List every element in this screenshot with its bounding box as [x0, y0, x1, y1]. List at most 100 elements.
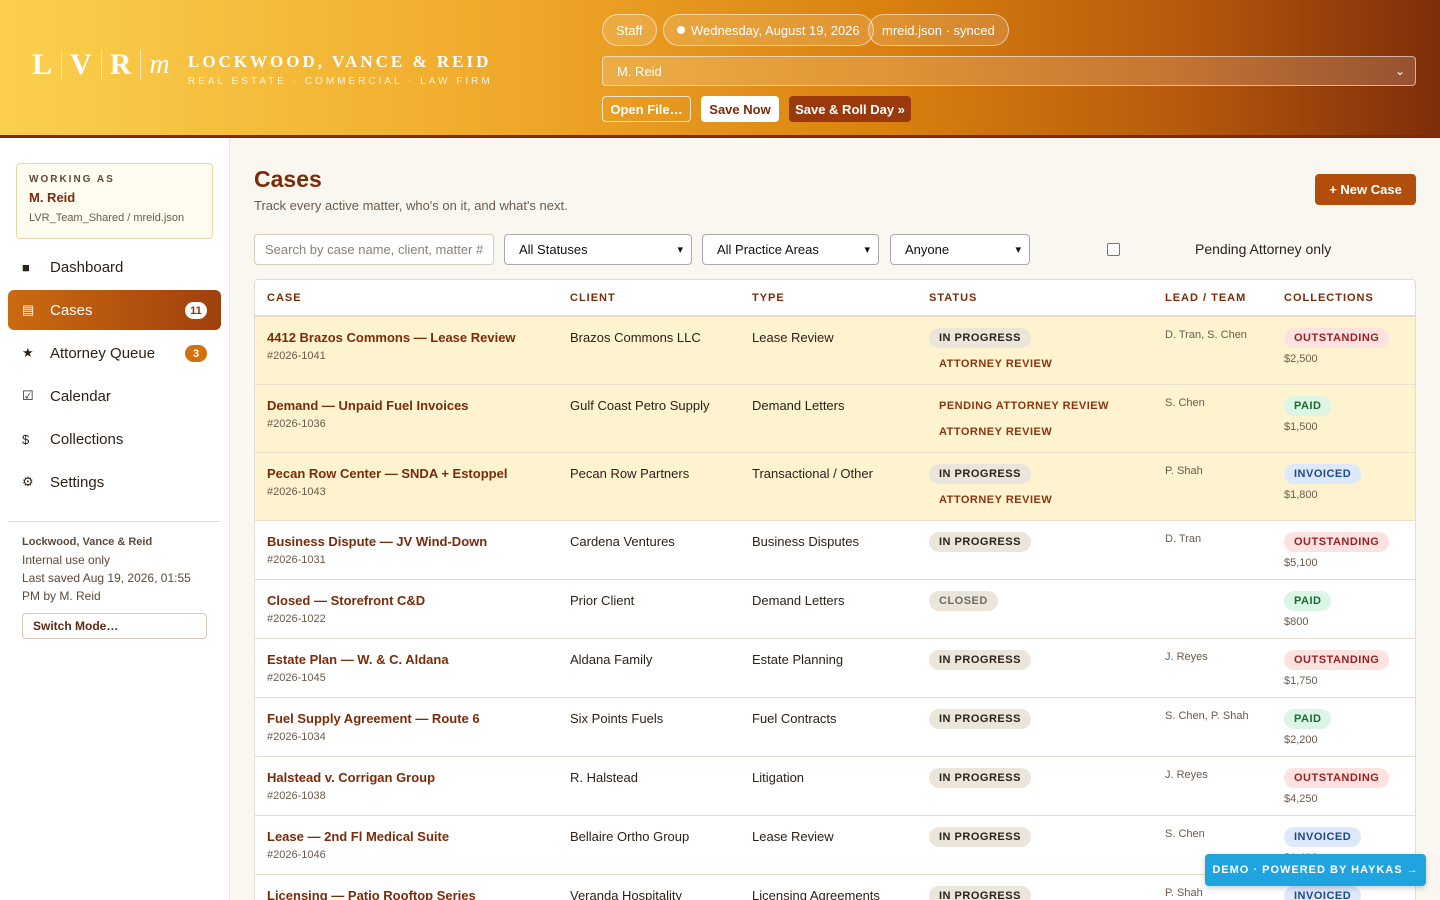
- client-name: Veranda Hospitality: [570, 888, 683, 900]
- client-name: Pecan Row Partners: [570, 466, 690, 481]
- working-user: M. Reid: [29, 190, 76, 205]
- case-number: #2026-1046: [267, 849, 326, 861]
- client-name: Bellaire Ortho Group: [570, 829, 690, 844]
- user-select[interactable]: M. Reid ⌄: [602, 56, 1416, 86]
- table-row[interactable]: Pecan Row Center — SNDA + Estoppel #2026-…: [255, 453, 1415, 521]
- case-name-link[interactable]: Pecan Row Center — SNDA + Estoppel: [267, 466, 507, 481]
- case-type: Litigation: [752, 770, 805, 785]
- case-name-link[interactable]: Licensing — Patio Rooftop Series: [267, 888, 476, 900]
- table-header: CASE CLIENT TYPE STATUS LEAD / TEAM COLL…: [255, 280, 1415, 317]
- status-badge: PENDING ATTORNEY REVIEW: [939, 400, 1110, 412]
- chevron-down-icon: ▾: [677, 244, 683, 256]
- case-name-link[interactable]: Estate Plan — W. & C. Aldana: [267, 652, 449, 667]
- case-name-link[interactable]: Business Dispute — JV Wind-Down: [267, 534, 487, 549]
- sync-status-pill: mreid.json · synced: [868, 14, 1009, 46]
- collections-badge: INVOICED: [1284, 464, 1362, 484]
- client-name: Prior Client: [570, 593, 635, 608]
- firm-logo: L V R m: [32, 48, 170, 81]
- nav-cases[interactable]: ▤ Cases 11: [8, 290, 221, 330]
- table-row[interactable]: Estate Plan — W. & C. Aldana #2026-1045 Al…: [255, 639, 1415, 698]
- new-case-button[interactable]: + New Case: [1315, 174, 1416, 205]
- collections-badge: OUTSTANDING: [1284, 650, 1390, 670]
- practice-area-filter-select[interactable]: All Practice Areas ▾: [702, 234, 879, 265]
- table-row[interactable]: Closed — Storefront C&D #2026-1022 Prior C…: [255, 580, 1415, 639]
- queue-count-badge: 3: [185, 345, 207, 362]
- collections-amount: $5,100: [1284, 557, 1318, 569]
- pending-attorney-checkbox[interactable]: [1107, 243, 1120, 256]
- case-name-link[interactable]: Fuel Supply Agreement — Route 6: [267, 711, 480, 726]
- chevron-down-icon: ⌄: [1394, 64, 1405, 78]
- collections-amount: $800: [1284, 616, 1309, 628]
- column-header-status[interactable]: STATUS: [929, 292, 977, 304]
- column-header-collections[interactable]: COLLECTIONS: [1284, 292, 1374, 304]
- table-row[interactable]: Halstead v. Corrigan Group #2026-1038 R. H…: [255, 757, 1415, 816]
- column-header-client[interactable]: CLIENT: [570, 292, 616, 304]
- nav-attorney-queue[interactable]: ★ Attorney Queue 3: [8, 333, 221, 373]
- case-name-link[interactable]: Halstead v. Corrigan Group: [267, 770, 435, 785]
- status-badge: IN PROGRESS: [929, 709, 1031, 729]
- lead-team: P. Shah: [1165, 465, 1203, 477]
- case-number: #2026-1041: [267, 350, 326, 362]
- column-header-case[interactable]: CASE: [267, 292, 302, 304]
- case-name-link[interactable]: Lease — 2nd Fl Medical Suite: [267, 829, 449, 844]
- chevron-down-icon: ▾: [1015, 244, 1021, 256]
- table-row[interactable]: Fuel Supply Agreement — Route 6 #2026-103…: [255, 698, 1415, 757]
- nav-calendar[interactable]: ☑ Calendar: [8, 376, 221, 416]
- status-badge: IN PROGRESS: [929, 328, 1031, 348]
- dollar-icon: $: [22, 431, 30, 447]
- working-file: LVR_Team_Shared / mreid.json: [29, 212, 185, 224]
- demo-banner[interactable]: DEMO · POWERED BY HAYKAS →: [1205, 854, 1426, 886]
- gear-icon: ⚙: [22, 474, 34, 489]
- case-name-link[interactable]: Closed — Storefront C&D: [267, 593, 425, 608]
- case-name-link[interactable]: Demand — Unpaid Fuel Invoices: [267, 398, 469, 413]
- case-number: #2026-1038: [267, 790, 326, 802]
- attorney-review-badge: ATTORNEY REVIEW: [939, 426, 1053, 438]
- client-name: Six Points Fuels: [570, 711, 664, 726]
- case-type: Demand Letters: [752, 398, 845, 413]
- column-header-lead[interactable]: LEAD / TEAM: [1165, 292, 1246, 304]
- switch-mode-button[interactable]: Switch Mode…: [22, 613, 207, 639]
- status-dot-icon: [677, 26, 685, 34]
- client-name: Brazos Commons LLC: [570, 330, 701, 345]
- collections-amount: $2,500: [1284, 353, 1318, 365]
- lead-team: S. Chen, P. Shah: [1165, 710, 1249, 722]
- app-header: L V R m LOCKWOOD, VANCE & REID REAL ESTA…: [0, 0, 1440, 138]
- person-filter-select[interactable]: Anyone ▾: [890, 234, 1030, 265]
- status-filter-select[interactable]: All Statuses ▾: [504, 234, 692, 265]
- table-row[interactable]: 4412 Brazos Commons — Lease Review #2026-…: [255, 317, 1415, 385]
- status-badge: IN PROGRESS: [929, 827, 1031, 847]
- status-badge: IN PROGRESS: [929, 532, 1031, 552]
- collections-amount: $1,750: [1284, 675, 1318, 687]
- case-type: Licensing Agreements: [752, 888, 880, 900]
- status-badge: CLOSED: [929, 591, 998, 611]
- column-header-type[interactable]: TYPE: [752, 292, 785, 304]
- table-row[interactable]: Business Dispute — JV Wind-Down #2026-103…: [255, 521, 1415, 580]
- lead-team: J. Reyes: [1165, 651, 1208, 663]
- chevron-down-icon: ▾: [864, 244, 870, 256]
- nav-dashboard[interactable]: ■ Dashboard: [8, 247, 221, 287]
- table-row[interactable]: Demand — Unpaid Fuel Invoices #2026-1036 G…: [255, 385, 1415, 453]
- case-name-link[interactable]: 4412 Brazos Commons — Lease Review: [267, 330, 516, 345]
- nav-settings[interactable]: ⚙ Settings: [8, 462, 221, 502]
- mode-pill[interactable]: Staff: [602, 14, 657, 46]
- status-badge: IN PROGRESS: [929, 650, 1031, 670]
- case-number: #2026-1036: [267, 418, 326, 430]
- collections-badge: OUTSTANDING: [1284, 768, 1390, 788]
- case-number: #2026-1045: [267, 672, 326, 684]
- collections-badge: INVOICED: [1284, 827, 1362, 847]
- lead-team: J. Reyes: [1165, 769, 1208, 781]
- search-input[interactable]: Search by case name, client, matter #: [254, 234, 494, 265]
- case-type: Transactional / Other: [752, 466, 873, 481]
- save-now-button[interactable]: Save Now: [701, 96, 779, 122]
- collections-badge: PAID: [1284, 709, 1332, 729]
- open-file-button[interactable]: Open File…: [602, 96, 691, 122]
- nav-collections[interactable]: $ Collections: [8, 419, 221, 459]
- client-name: R. Halstead: [570, 770, 638, 785]
- collections-amount: $2,200: [1284, 734, 1318, 746]
- case-number: #2026-1031: [267, 554, 326, 566]
- cases-count-badge: 11: [185, 302, 207, 319]
- firm-title: LOCKWOOD, VANCE & REID REAL ESTATE · COM…: [188, 52, 493, 87]
- collections-badge: INVOICED: [1284, 886, 1362, 900]
- save-roll-day-button[interactable]: Save & Roll Day »: [789, 96, 911, 122]
- collections-badge: PAID: [1284, 591, 1332, 611]
